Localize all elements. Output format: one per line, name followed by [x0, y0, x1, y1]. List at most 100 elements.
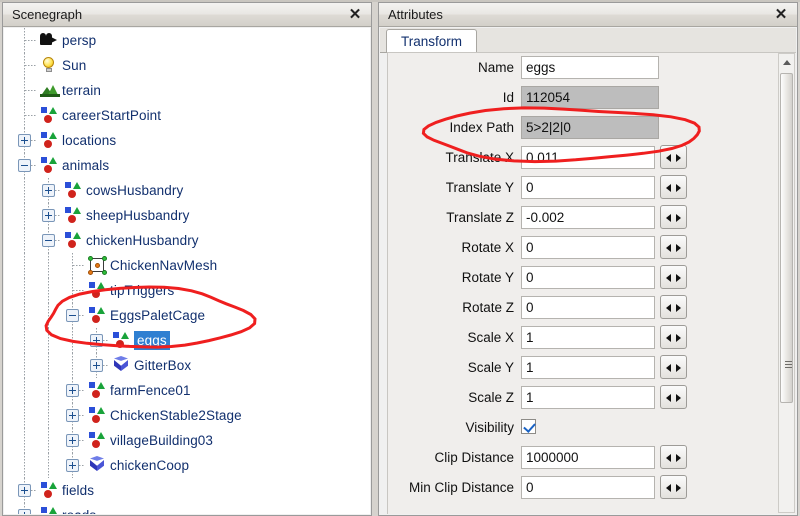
attribute-input-clip-distance[interactable]: 1000000 [521, 446, 655, 469]
visibility-checkbox[interactable] [521, 419, 536, 434]
tree-node-label[interactable]: eggs [134, 331, 170, 350]
scroll-up-arrow-icon[interactable] [779, 54, 794, 70]
close-icon[interactable]: ✕ [346, 6, 364, 24]
tree-row[interactable]: eggs [4, 328, 370, 353]
attribute-input-min-clip-distance[interactable]: 0 [521, 476, 655, 499]
tree-node-label[interactable]: GitterBox [134, 353, 191, 378]
scenegraph-tree[interactable]: perspSunterraincareerStartPointlocations… [4, 28, 370, 514]
tree-expander-plus-icon[interactable] [18, 484, 31, 497]
tree-node-label[interactable]: fields [62, 478, 94, 503]
tree-expander-plus-icon[interactable] [42, 209, 55, 222]
attribute-input-rotate-y[interactable]: 0 [521, 266, 655, 289]
attribute-spinner-min-clip-distance[interactable] [660, 475, 687, 499]
attribute-spinner-clip-distance[interactable] [660, 445, 687, 469]
tree-node-label[interactable]: chickenHusbandry [86, 228, 199, 253]
tree-guide-line [24, 178, 25, 203]
tree-row[interactable]: careerStartPoint [4, 103, 370, 128]
tree-node-label[interactable]: terrain [62, 78, 101, 103]
attribute-label-translate-x: Translate X [388, 147, 514, 168]
attribute-spinner-rotate-y[interactable] [660, 265, 687, 289]
tree-expander-plus-icon[interactable] [66, 459, 79, 472]
tree-row[interactable]: chickenCoop [4, 453, 370, 478]
attribute-label-rotate-x: Rotate X [388, 237, 514, 258]
tree-node-label[interactable]: chickenCoop [110, 453, 189, 478]
tree-guide-line [48, 403, 49, 428]
tree-expander-plus-icon[interactable] [42, 184, 55, 197]
attribute-spinner-rotate-z[interactable] [660, 295, 687, 319]
scrollbar-thumb[interactable] [780, 73, 793, 403]
tree-row[interactable]: roads [4, 503, 370, 514]
tree-expander-plus-icon[interactable] [18, 509, 31, 514]
tree-node-label[interactable]: Sun [62, 53, 86, 78]
tree-expander-plus-icon[interactable] [66, 409, 79, 422]
tree-expander-plus-icon[interactable] [66, 434, 79, 447]
tree-node-label[interactable]: roads [62, 503, 96, 514]
attribute-input-id: 112054 [521, 86, 659, 109]
tree-row[interactable]: sheepHusbandry [4, 203, 370, 228]
attribute-row: Nameeggs [388, 53, 796, 83]
attribute-spinner-translate-y[interactable] [660, 175, 687, 199]
tree-node-label[interactable]: persp [62, 28, 96, 53]
tree-row[interactable]: ChickenStable2Stage [4, 403, 370, 428]
tree-node-label[interactable]: cowsHusbandry [86, 178, 183, 203]
tree-row[interactable]: farmFence01 [4, 378, 370, 403]
tree-node-label[interactable]: farmFence01 [110, 378, 191, 403]
attribute-row: Rotate Z 0 [388, 293, 796, 323]
tree-row[interactable]: persp [4, 28, 370, 53]
tree-row[interactable]: fields [4, 478, 370, 503]
tree-node-label[interactable]: locations [62, 128, 116, 153]
tree-row[interactable]: GitterBox [4, 353, 370, 378]
tree-expander-plus-icon[interactable] [90, 334, 103, 347]
attribute-spinner-scale-z[interactable] [660, 385, 687, 409]
tree-row[interactable]: tipTriggers [4, 278, 370, 303]
tree-node-label[interactable]: sheepHusbandry [86, 203, 189, 228]
tree-node-label[interactable]: ChickenNavMesh [110, 253, 217, 278]
tree-guide-line [24, 328, 25, 353]
attribute-row: Scale Z1 [388, 383, 796, 413]
tree-expander-plus-icon[interactable] [66, 384, 79, 397]
tree-guide-line [25, 40, 37, 41]
tree-node-label[interactable]: EggsPaletCage [110, 303, 205, 328]
attribute-input-translate-y[interactable]: 0 [521, 176, 655, 199]
tree-row[interactable]: Sun [4, 53, 370, 78]
tree-row[interactable]: cowsHusbandry [4, 178, 370, 203]
tree-expander-minus-icon[interactable] [66, 309, 79, 322]
attribute-spinner-translate-z[interactable] [660, 205, 687, 229]
attribute-input-translate-x[interactable]: 0.011 [521, 146, 655, 169]
attribute-input-name[interactable]: eggs [521, 56, 659, 79]
tree-row[interactable]: animals [4, 153, 370, 178]
attribute-input-index-path: 5>2|2|0 [521, 116, 659, 139]
tree-row[interactable]: locations [4, 128, 370, 153]
tree-row[interactable]: EggsPaletCage [4, 303, 370, 328]
attribute-input-scale-z[interactable]: 1 [521, 386, 655, 409]
tree-node-label[interactable]: ChickenStable2Stage [110, 403, 242, 428]
attribute-spinner-rotate-x[interactable] [660, 235, 687, 259]
attribute-input-translate-z[interactable]: -0.002 [521, 206, 655, 229]
close-icon[interactable]: ✕ [772, 6, 790, 24]
attribute-input-rotate-x[interactable]: 0 [521, 236, 655, 259]
attributes-scrollbar[interactable] [778, 53, 795, 513]
tree-row[interactable]: villageBuilding03 [4, 428, 370, 453]
tree-expander-plus-icon[interactable] [90, 359, 103, 372]
tree-guide-line [48, 353, 49, 378]
attribute-input-scale-x[interactable]: 1 [521, 326, 655, 349]
attributes-tabstrip: Transform [380, 28, 796, 53]
tree-expander-minus-icon[interactable] [18, 159, 31, 172]
tree-node-label[interactable]: animals [62, 153, 109, 178]
tree-node-label[interactable]: villageBuilding03 [110, 428, 213, 453]
attribute-spinner-translate-x[interactable] [660, 145, 687, 169]
tree-row[interactable]: chickenHusbandry [4, 228, 370, 253]
attribute-spinner-scale-x[interactable] [660, 325, 687, 349]
tree-node-label[interactable]: tipTriggers [110, 278, 174, 303]
attribute-input-rotate-z[interactable]: 0 [521, 296, 655, 319]
attribute-label-translate-y: Translate Y [388, 177, 514, 198]
tree-expander-plus-icon[interactable] [18, 134, 31, 147]
tree-row[interactable]: terrain [4, 78, 370, 103]
tree-expander-minus-icon[interactable] [42, 234, 55, 247]
tree-row[interactable]: ChickenNavMesh [4, 253, 370, 278]
attribute-label-rotate-z: Rotate Z [388, 297, 514, 318]
attribute-input-scale-y[interactable]: 1 [521, 356, 655, 379]
tab-transform[interactable]: Transform [386, 29, 477, 53]
tree-node-label[interactable]: careerStartPoint [62, 103, 161, 128]
attribute-spinner-scale-y[interactable] [660, 355, 687, 379]
